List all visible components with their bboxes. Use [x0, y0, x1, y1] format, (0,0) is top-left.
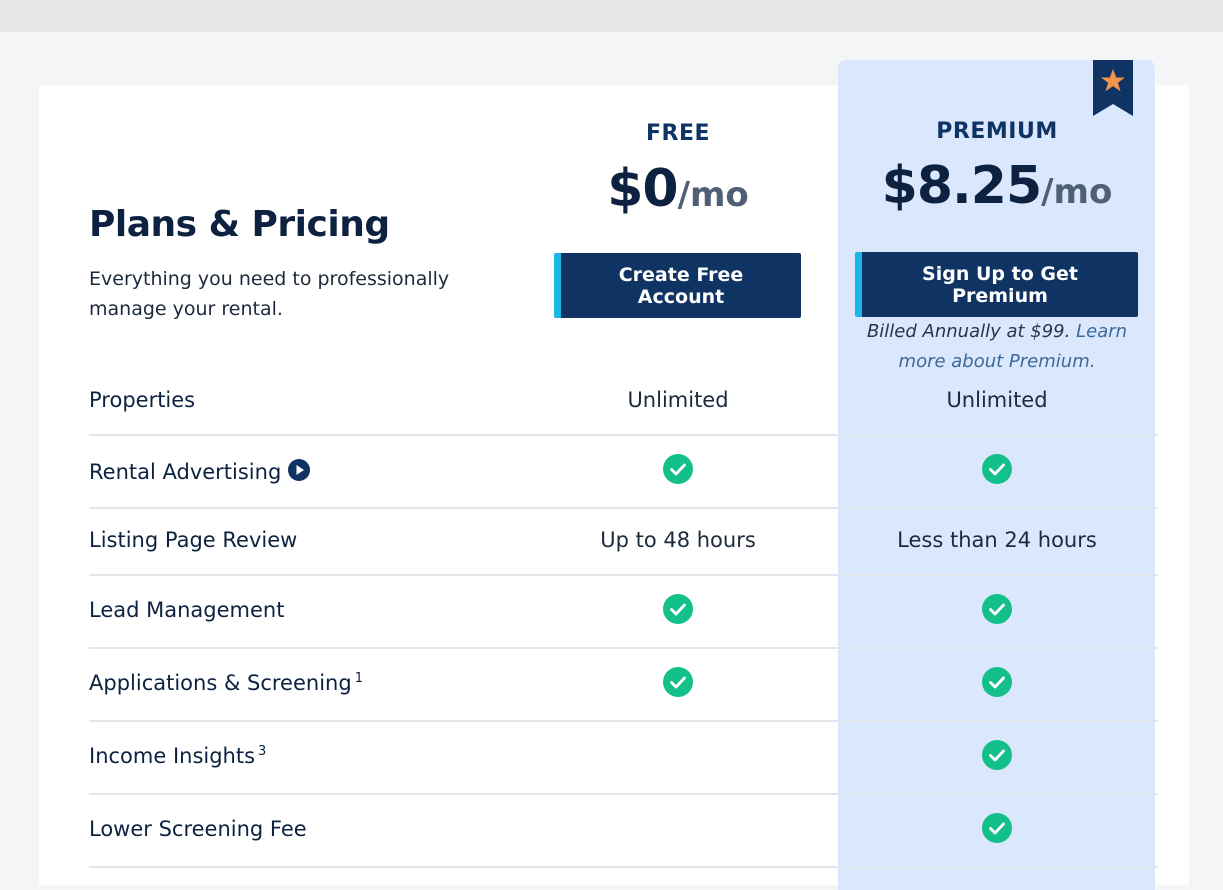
- page-title: Plans & Pricing: [89, 204, 390, 245]
- page-subtitle: Everything you need to professionally ma…: [89, 268, 450, 320]
- feature-label-lower-screening-fee: Lower Screening Fee: [89, 817, 307, 841]
- premium-properties-value: Unlimited: [946, 388, 1048, 412]
- footnote-1[interactable]: 1: [355, 671, 363, 686]
- free-price-amount: $0: [607, 159, 678, 219]
- free-listing-review-value: Up to 48 hours: [600, 528, 756, 552]
- premium-lead-management-checkmark-icon: [982, 594, 1012, 624]
- premium-rental-advertising-checkmark-icon: [982, 454, 1012, 484]
- feature-label-properties: Properties: [89, 388, 196, 412]
- create-free-account-button[interactable]: Create Free Account: [554, 253, 801, 318]
- row-divider: [89, 434, 1158, 436]
- premium-plan-price: $8.25/mo: [832, 156, 1162, 216]
- free-properties-value: Unlimited: [627, 388, 729, 412]
- row-divider: [89, 793, 1158, 795]
- play-circle-icon[interactable]: [287, 458, 311, 487]
- premium-plan-name: PREMIUM: [936, 119, 1058, 144]
- free-price-period: /mo: [677, 175, 749, 215]
- browser-top-bar: [0, 0, 1223, 32]
- premium-price-period: /mo: [1041, 172, 1113, 212]
- star-ribbon-icon: [1093, 60, 1133, 116]
- billed-annually-text: Billed Annually at $99.: [866, 321, 1071, 342]
- free-plan-name: FREE: [645, 121, 711, 146]
- feature-label-listing-page-review: Listing Page Review: [89, 528, 298, 552]
- premium-listing-review-value: Less than 24 hours: [897, 528, 1097, 552]
- premium-income-insights-checkmark-icon: [982, 740, 1012, 770]
- footnote-3[interactable]: 3: [258, 744, 266, 759]
- free-lead-management-checkmark-icon: [663, 594, 693, 624]
- row-divider: [89, 507, 1158, 509]
- free-plan-price: $0/mo: [513, 159, 843, 219]
- premium-lower-fee-checkmark-icon: [982, 813, 1012, 843]
- row-divider: [89, 647, 1158, 649]
- premium-price-amount: $8.25: [881, 156, 1042, 216]
- free-rental-advertising-checkmark-icon: [663, 454, 693, 484]
- feature-label-rental-advertising: Rental Advertising: [89, 458, 311, 487]
- free-applications-checkmark-icon: [663, 667, 693, 697]
- feature-label-income-insights: Income Insights 3: [89, 744, 267, 768]
- billing-note: Billed Annually at $99. Learn more about…: [848, 317, 1146, 377]
- row-divider: [89, 574, 1158, 576]
- feature-label-lead-management: Lead Management: [89, 598, 285, 622]
- premium-applications-checkmark-icon: [982, 667, 1012, 697]
- feature-label-applications-screening: Applications & Screening 1: [89, 671, 363, 695]
- row-divider: [89, 720, 1158, 722]
- row-divider: [89, 866, 1158, 868]
- sign-up-premium-button[interactable]: Sign Up to Get Premium: [855, 252, 1138, 317]
